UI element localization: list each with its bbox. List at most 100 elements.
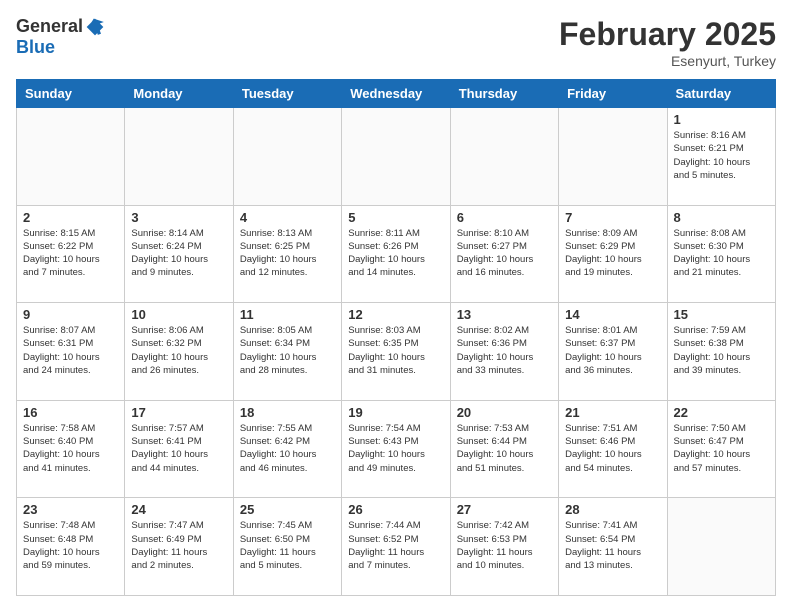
calendar-cell: 7 Sunrise: 8:09 AM Sunset: 6:29 PM Daylig…: [559, 205, 667, 303]
day-info: Sunrise: 8:11 AM Sunset: 6:26 PM Dayligh…: [348, 227, 443, 280]
calendar-cell: 2Sunrise: 8:15 AM Sunset: 6:22 PM Daylig…: [17, 205, 125, 303]
day-info: Sunrise: 7:47 AM Sunset: 6:49 PM Dayligh…: [131, 519, 226, 572]
title-section: February 2025 Esenyurt, Turkey: [559, 16, 776, 69]
calendar-week-1: 2Sunrise: 8:15 AM Sunset: 6:22 PM Daylig…: [17, 205, 776, 303]
calendar-cell: [667, 498, 775, 596]
calendar-cell: 16 Sunrise: 7:58 AM Sunset: 6:40 PM Dayli…: [17, 400, 125, 498]
day-number: 16: [23, 405, 118, 420]
day-info: Sunrise: 7:48 AM Sunset: 6:48 PM Dayligh…: [23, 519, 118, 572]
day-info: Sunrise: 8:07 AM Sunset: 6:31 PM Dayligh…: [23, 324, 118, 377]
calendar-cell: 10 Sunrise: 8:06 AM Sunset: 6:32 PM Dayli…: [125, 303, 233, 401]
day-number: 13: [457, 307, 552, 322]
calendar-cell: 4 Sunrise: 8:13 AM Sunset: 6:25 PM Daylig…: [233, 205, 341, 303]
day-number: 24: [131, 502, 226, 517]
calendar-week-0: 1Sunrise: 8:16 AM Sunset: 6:21 PM Daylig…: [17, 108, 776, 206]
calendar-cell: 17Sunrise: 7:57 AM Sunset: 6:41 PM Dayli…: [125, 400, 233, 498]
calendar-cell: [450, 108, 558, 206]
calendar-cell: [342, 108, 450, 206]
day-number: 27: [457, 502, 552, 517]
day-number: 14: [565, 307, 660, 322]
day-number: 2: [23, 210, 118, 225]
day-number: 18: [240, 405, 335, 420]
day-info: Sunrise: 8:16 AM Sunset: 6:21 PM Dayligh…: [674, 129, 769, 182]
day-number: 4: [240, 210, 335, 225]
day-info: Sunrise: 7:54 AM Sunset: 6:43 PM Dayligh…: [348, 422, 443, 475]
calendar-cell: 6Sunrise: 8:10 AM Sunset: 6:27 PM Daylig…: [450, 205, 558, 303]
calendar-cell: 8 Sunrise: 8:08 AM Sunset: 6:30 PM Daylig…: [667, 205, 775, 303]
day-info: Sunrise: 7:45 AM Sunset: 6:50 PM Dayligh…: [240, 519, 335, 572]
day-info: Sunrise: 7:58 AM Sunset: 6:40 PM Dayligh…: [23, 422, 118, 475]
day-number: 21: [565, 405, 660, 420]
calendar-cell: 24 Sunrise: 7:47 AM Sunset: 6:49 PM Dayli…: [125, 498, 233, 596]
col-sunday: Sunday: [17, 80, 125, 108]
calendar-cell: [559, 108, 667, 206]
day-info: Sunrise: 8:06 AM Sunset: 6:32 PM Dayligh…: [131, 324, 226, 377]
day-info: Sunrise: 8:08 AM Sunset: 6:30 PM Dayligh…: [674, 227, 769, 280]
calendar-cell: 9 Sunrise: 8:07 AM Sunset: 6:31 PM Daylig…: [17, 303, 125, 401]
calendar-cell: 22 Sunrise: 7:50 AM Sunset: 6:47 PM Dayli…: [667, 400, 775, 498]
calendar-cell: 27 Sunrise: 7:42 AM Sunset: 6:53 PM Dayli…: [450, 498, 558, 596]
day-number: 22: [674, 405, 769, 420]
calendar-header-row: Sunday Monday Tuesday Wednesday Thursday…: [17, 80, 776, 108]
day-number: 5: [348, 210, 443, 225]
day-number: 26: [348, 502, 443, 517]
calendar-cell: 23 Sunrise: 7:48 AM Sunset: 6:48 PM Dayli…: [17, 498, 125, 596]
calendar: Sunday Monday Tuesday Wednesday Thursday…: [16, 79, 776, 596]
day-info: Sunrise: 7:50 AM Sunset: 6:47 PM Dayligh…: [674, 422, 769, 475]
calendar-cell: 12 Sunrise: 8:03 AM Sunset: 6:35 PM Dayli…: [342, 303, 450, 401]
calendar-cell: 1Sunrise: 8:16 AM Sunset: 6:21 PM Daylig…: [667, 108, 775, 206]
col-saturday: Saturday: [667, 80, 775, 108]
logo: General Blue: [16, 16, 105, 58]
day-number: 25: [240, 502, 335, 517]
day-info: Sunrise: 7:55 AM Sunset: 6:42 PM Dayligh…: [240, 422, 335, 475]
logo-icon: [85, 17, 105, 37]
calendar-cell: 15 Sunrise: 7:59 AM Sunset: 6:38 PM Dayli…: [667, 303, 775, 401]
day-info: Sunrise: 8:03 AM Sunset: 6:35 PM Dayligh…: [348, 324, 443, 377]
day-number: 19: [348, 405, 443, 420]
col-tuesday: Tuesday: [233, 80, 341, 108]
day-number: 23: [23, 502, 118, 517]
calendar-cell: 13 Sunrise: 8:02 AM Sunset: 6:36 PM Dayli…: [450, 303, 558, 401]
calendar-cell: 28Sunrise: 7:41 AM Sunset: 6:54 PM Dayli…: [559, 498, 667, 596]
day-info: Sunrise: 7:51 AM Sunset: 6:46 PM Dayligh…: [565, 422, 660, 475]
day-number: 7: [565, 210, 660, 225]
day-info: Sunrise: 8:13 AM Sunset: 6:25 PM Dayligh…: [240, 227, 335, 280]
calendar-cell: [233, 108, 341, 206]
calendar-cell: [125, 108, 233, 206]
header: General Blue February 2025 Esenyurt, Tur…: [16, 16, 776, 69]
calendar-week-3: 16 Sunrise: 7:58 AM Sunset: 6:40 PM Dayli…: [17, 400, 776, 498]
col-monday: Monday: [125, 80, 233, 108]
day-number: 10: [131, 307, 226, 322]
calendar-week-4: 23 Sunrise: 7:48 AM Sunset: 6:48 PM Dayli…: [17, 498, 776, 596]
calendar-cell: 5 Sunrise: 8:11 AM Sunset: 6:26 PM Daylig…: [342, 205, 450, 303]
calendar-cell: 3Sunrise: 8:14 AM Sunset: 6:24 PM Daylig…: [125, 205, 233, 303]
day-info: Sunrise: 8:01 AM Sunset: 6:37 PM Dayligh…: [565, 324, 660, 377]
month-title: February 2025: [559, 16, 776, 53]
day-info: Sunrise: 8:05 AM Sunset: 6:34 PM Dayligh…: [240, 324, 335, 377]
calendar-cell: 14 Sunrise: 8:01 AM Sunset: 6:37 PM Dayli…: [559, 303, 667, 401]
day-info: Sunrise: 7:57 AM Sunset: 6:41 PM Dayligh…: [131, 422, 226, 475]
calendar-week-2: 9 Sunrise: 8:07 AM Sunset: 6:31 PM Daylig…: [17, 303, 776, 401]
day-number: 8: [674, 210, 769, 225]
calendar-cell: 11Sunrise: 8:05 AM Sunset: 6:34 PM Dayli…: [233, 303, 341, 401]
col-wednesday: Wednesday: [342, 80, 450, 108]
calendar-cell: 25 Sunrise: 7:45 AM Sunset: 6:50 PM Dayli…: [233, 498, 341, 596]
day-info: Sunrise: 8:10 AM Sunset: 6:27 PM Dayligh…: [457, 227, 552, 280]
day-number: 20: [457, 405, 552, 420]
page: General Blue February 2025 Esenyurt, Tur…: [0, 0, 792, 612]
calendar-cell: 21 Sunrise: 7:51 AM Sunset: 6:46 PM Dayli…: [559, 400, 667, 498]
calendar-cell: 20 Sunrise: 7:53 AM Sunset: 6:44 PM Dayli…: [450, 400, 558, 498]
day-number: 12: [348, 307, 443, 322]
day-info: Sunrise: 7:42 AM Sunset: 6:53 PM Dayligh…: [457, 519, 552, 572]
day-info: Sunrise: 7:44 AM Sunset: 6:52 PM Dayligh…: [348, 519, 443, 572]
day-info: Sunrise: 8:09 AM Sunset: 6:29 PM Dayligh…: [565, 227, 660, 280]
day-info: Sunrise: 7:41 AM Sunset: 6:54 PM Dayligh…: [565, 519, 660, 572]
col-thursday: Thursday: [450, 80, 558, 108]
day-info: Sunrise: 7:53 AM Sunset: 6:44 PM Dayligh…: [457, 422, 552, 475]
calendar-cell: [17, 108, 125, 206]
day-number: 3: [131, 210, 226, 225]
day-number: 15: [674, 307, 769, 322]
day-number: 9: [23, 307, 118, 322]
day-info: Sunrise: 8:02 AM Sunset: 6:36 PM Dayligh…: [457, 324, 552, 377]
day-info: Sunrise: 7:59 AM Sunset: 6:38 PM Dayligh…: [674, 324, 769, 377]
